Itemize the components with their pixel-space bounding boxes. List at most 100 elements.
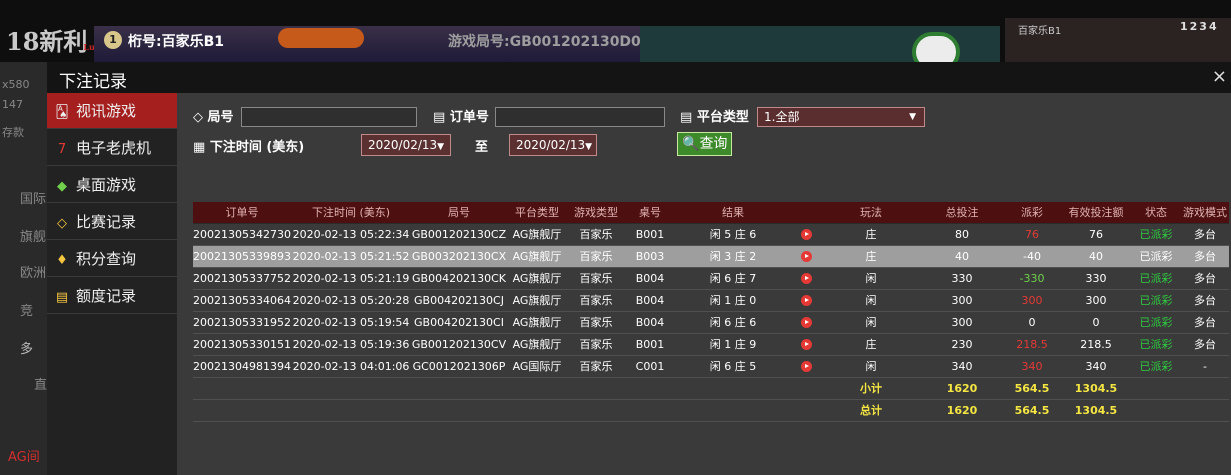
table-title: 桁号:百家乐B1 bbox=[128, 34, 225, 50]
table-row[interactable]: 200213053301518 2020-02-13 05:19:36 GB0012… bbox=[193, 333, 1229, 356]
cell-time: 2020-02-13 05:19:54 bbox=[291, 311, 411, 334]
date-from-select[interactable]: 2020/02/13▼ bbox=[361, 134, 451, 156]
cell-valid: 300 bbox=[1061, 289, 1131, 312]
column-header: 桌号 bbox=[625, 202, 675, 224]
order-input[interactable] bbox=[495, 107, 665, 127]
cell-time: 2020-02-13 05:22:34 bbox=[291, 223, 411, 246]
sum-cell bbox=[1181, 399, 1229, 422]
table-row[interactable]: 200213053340646 2020-02-13 05:20:28 GB0042… bbox=[193, 289, 1229, 312]
cell-mode: 多台 bbox=[1181, 333, 1229, 356]
cell-platform: AG国际厅 bbox=[507, 355, 567, 378]
round-input[interactable] bbox=[241, 107, 417, 127]
column-header: 有效投注额 bbox=[1061, 202, 1131, 224]
cell-play: 庄 bbox=[821, 223, 921, 246]
sidebar-item-table-games[interactable]: ◆ 桌面游戏 bbox=[47, 167, 177, 203]
sidebar-item-credit-records[interactable]: ▤ 额度记录 bbox=[47, 278, 177, 314]
sum-cell bbox=[625, 377, 675, 400]
sum-cell bbox=[411, 377, 507, 400]
play-video-icon[interactable] bbox=[800, 295, 812, 306]
table-row[interactable]: 200213053427305 2020-02-13 05:22:34 GB0012… bbox=[193, 223, 1229, 246]
cell-payout: 76 bbox=[1003, 223, 1061, 246]
search-icon: 🔍 bbox=[682, 136, 700, 152]
column-header bbox=[791, 202, 821, 224]
cell-status: 已派彩 bbox=[1131, 289, 1181, 312]
play-video-icon[interactable] bbox=[800, 339, 812, 350]
column-header: 玩法 bbox=[821, 202, 921, 224]
cell-payout: 340 bbox=[1003, 355, 1061, 378]
cell-order: 200213053340646 bbox=[193, 289, 291, 312]
sidebar-item-label: 视讯游戏 bbox=[76, 102, 137, 120]
table-row[interactable]: 200213049813943 2020-02-13 04:01:06 GC0012… bbox=[193, 355, 1229, 378]
cell-game: 百家乐 bbox=[567, 223, 625, 246]
sum-cell bbox=[291, 377, 411, 400]
cell-mode: 多台 bbox=[1181, 223, 1229, 246]
cell-round: GB003202130CX bbox=[411, 245, 507, 268]
sum-cell bbox=[625, 399, 675, 422]
modal-title: 下注记录 bbox=[59, 72, 127, 92]
bet-record-table: 订单号 下注时间 (美东) 局号 平台类型 游戏类型 桌号 结果 玩法 总投注 派彩 有效投注额 状态… bbox=[193, 202, 1229, 422]
slot-machine-icon: 7 bbox=[57, 142, 67, 157]
cell-table: B001 bbox=[625, 333, 675, 356]
cell-status: 已派彩 bbox=[1131, 333, 1181, 356]
left-fragment: x580 bbox=[2, 78, 30, 91]
cell-play: 闲 bbox=[821, 289, 921, 312]
sidebar-item-label: 电子老虎机 bbox=[76, 139, 152, 157]
total-row: 总计 1620 564.5 1304.5 bbox=[193, 399, 1229, 422]
column-header: 状态 bbox=[1131, 202, 1181, 224]
sum-cell bbox=[675, 377, 791, 400]
cell-payout: -330 bbox=[1003, 267, 1061, 290]
table-row[interactable]: 200213053398933 2020-02-13 05:21:52 GB0032… bbox=[193, 245, 1229, 268]
cell-table: C001 bbox=[625, 355, 675, 378]
cell-valid: 40 bbox=[1061, 245, 1131, 268]
cell-order: 200213053427305 bbox=[193, 223, 291, 246]
cell-status: 已派彩 bbox=[1131, 355, 1181, 378]
cell-mode: - bbox=[1181, 355, 1229, 378]
left-fragment: 竞 bbox=[20, 304, 34, 319]
cell-game: 百家乐 bbox=[567, 289, 625, 312]
cell-valid: 0 bbox=[1061, 311, 1131, 334]
cell-platform: AG旗舰厅 bbox=[507, 333, 567, 356]
play-video-icon[interactable] bbox=[800, 251, 812, 262]
background-left-rail: x580 147 存款 国际 旗舰 欧洲 竞 多 直 AG间 bbox=[0, 62, 47, 475]
table-header-row: 订单号 下注时间 (美东) 局号 平台类型 游戏类型 桌号 结果 玩法 总投注 派彩 有效投注额 状态… bbox=[193, 202, 1229, 224]
left-fragment: AG间 bbox=[8, 450, 40, 465]
sum-cell bbox=[193, 377, 291, 400]
cell-table: B004 bbox=[625, 267, 675, 290]
cell-mode: 多台 bbox=[1181, 311, 1229, 334]
sidebar-item-match-records[interactable]: ◇ 比赛记录 bbox=[47, 204, 177, 240]
play-video-icon[interactable] bbox=[800, 317, 812, 328]
poker-cards-icon: 🂡 bbox=[55, 105, 69, 120]
chevron-down-icon: ▼ bbox=[909, 112, 916, 122]
record-sidebar: 🂡 视讯游戏 7 电子老虎机 ◆ 桌面游戏 ◇ 比赛记录 ♦ 积分查询 ▤ 额度记录 bbox=[47, 93, 177, 475]
cell-status: 已派彩 bbox=[1131, 267, 1181, 290]
diamond-icon: ♦ bbox=[56, 253, 68, 268]
sidebar-item-live-games[interactable]: 🂡 视讯游戏 bbox=[47, 93, 177, 129]
bet-record-modal: 下注记录 × 🂡 视讯游戏 7 电子老虎机 ◆ 桌面游戏 ◇ 比赛记录 ♦ 积分查询 ▤ 额… bbox=[47, 62, 1231, 475]
platform-select[interactable]: 1.全部 ▼ bbox=[757, 107, 925, 127]
play-video-icon[interactable] bbox=[800, 361, 812, 372]
sidebar-item-points[interactable]: ♦ 积分查询 bbox=[47, 241, 177, 277]
sum-cell bbox=[507, 399, 567, 422]
sum-cell: 小计 bbox=[821, 377, 921, 400]
cell-play: 庄 bbox=[821, 333, 921, 356]
table-row[interactable]: 200213053319522 2020-02-13 05:19:54 GB0042… bbox=[193, 311, 1229, 334]
query-button[interactable]: 🔍查询 bbox=[677, 132, 733, 156]
table-row[interactable]: 200213053377522 2020-02-13 05:21:19 GB0042… bbox=[193, 267, 1229, 290]
cell-result: 闲 6 庄 6 bbox=[675, 311, 791, 334]
play-video-icon[interactable] bbox=[800, 229, 812, 240]
tag-icon: ◇ bbox=[193, 110, 203, 125]
video-label: 百家乐B1 bbox=[1018, 26, 1062, 37]
sum-cell: 1620 bbox=[921, 399, 1003, 422]
cell-bet: 230 bbox=[921, 333, 1003, 356]
sum-cell bbox=[1131, 399, 1181, 422]
play-video-icon[interactable] bbox=[800, 273, 812, 284]
play-video-cell bbox=[791, 267, 821, 290]
cell-play: 闲 bbox=[821, 311, 921, 334]
cell-game: 百家乐 bbox=[567, 311, 625, 334]
close-icon[interactable]: × bbox=[1212, 66, 1227, 87]
list-icon: ▤ bbox=[680, 110, 693, 125]
cell-order: 200213053319522 bbox=[193, 311, 291, 334]
date-to-select[interactable]: 2020/02/13▼ bbox=[509, 134, 597, 156]
sidebar-item-slots[interactable]: 7 电子老虎机 bbox=[47, 130, 177, 166]
left-fragment: 存款 bbox=[2, 126, 24, 139]
